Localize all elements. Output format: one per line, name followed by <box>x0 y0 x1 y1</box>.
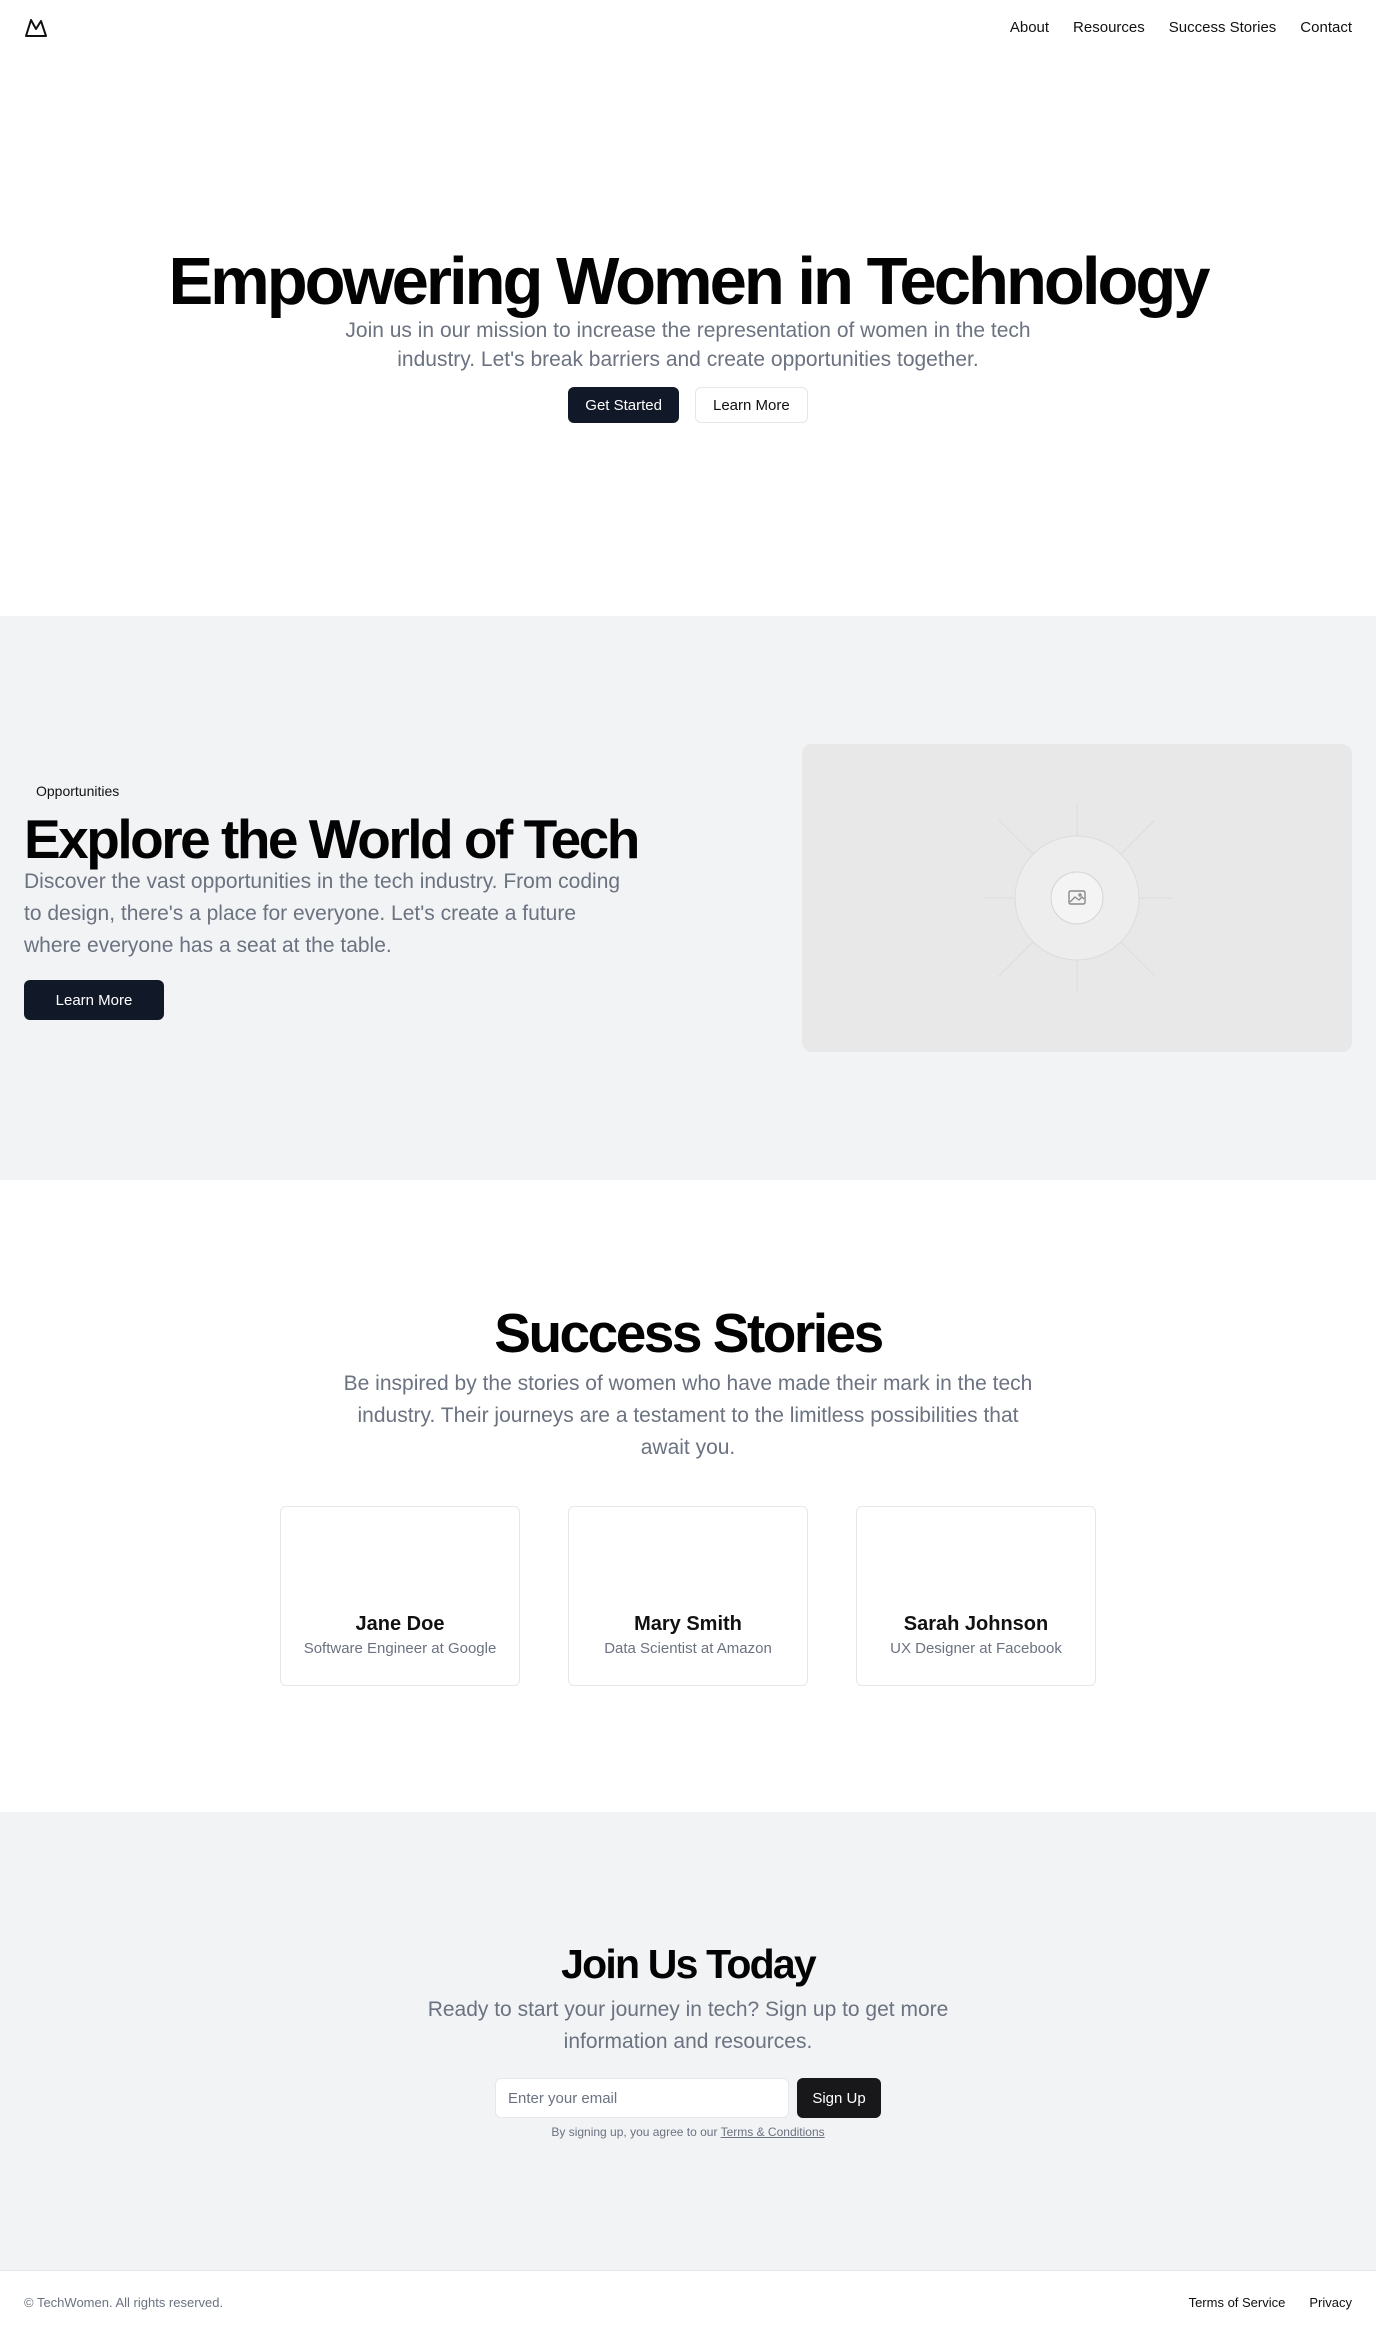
sign-up-button[interactable]: Sign Up <box>797 2078 881 2118</box>
nav-link-contact[interactable]: Contact <box>1300 18 1352 38</box>
story-card: Jane Doe Software Engineer at Google <box>280 1506 520 1686</box>
nav-link-resources[interactable]: Resources <box>1073 18 1145 38</box>
hero-subtitle: Join us in our mission to increase the r… <box>345 319 1031 371</box>
copyright: © TechWomen. All rights reserved. <box>24 2295 224 2310</box>
explore-description: Discover the vast opportunities in the t… <box>24 870 621 957</box>
story-name: Mary Smith <box>634 1613 742 1635</box>
terms-prefix: By signing up, you agree to our <box>551 2125 721 2139</box>
signup-form: Sign Up <box>0 2078 1376 2118</box>
explore-section: Opportunities Explore the World of Tech … <box>0 616 1376 1180</box>
nav-link-success-stories[interactable]: Success Stories <box>1169 18 1277 38</box>
site-footer: © TechWomen. All rights reserved. Terms … <box>0 2270 1376 2336</box>
hero-actions: Get Started Learn More <box>0 387 1376 423</box>
explore-learn-more-button[interactable]: Learn More <box>24 980 164 1020</box>
learn-more-button[interactable]: Learn More <box>695 387 808 423</box>
footer-link-privacy[interactable]: Privacy <box>1309 2295 1352 2311</box>
story-role: Data Scientist at Amazon <box>604 1640 772 1657</box>
story-name: Jane Doe <box>355 1613 445 1635</box>
main-nav: About Resources Success Stories Contact <box>1010 18 1352 38</box>
success-stories-section: Success Stories Be inspired by the stori… <box>0 1180 1376 1812</box>
mountain-icon[interactable] <box>24 16 48 40</box>
stories-subtitle: Be inspired by the stories of women who … <box>343 1372 1033 1459</box>
footer-link-terms[interactable]: Terms of Service <box>1189 2295 1286 2311</box>
terms-link[interactable]: Terms & Conditions <box>721 2125 825 2139</box>
join-section: Join Us Today Ready to start your journe… <box>0 1812 1376 2270</box>
footer-nav: Terms of Service Privacy <box>1189 2295 1352 2311</box>
join-subtitle: Ready to start your journey in tech? Sig… <box>427 1998 949 2053</box>
story-card: Sarah Johnson UX Designer at Facebook <box>856 1506 1096 1686</box>
story-role: Software Engineer at Google <box>303 1640 497 1657</box>
story-card: Mary Smith Data Scientist at Amazon <box>568 1506 808 1686</box>
site-header: About Resources Success Stories Contact <box>0 0 1376 56</box>
nav-link-about[interactable]: About <box>1010 18 1049 38</box>
get-started-button[interactable]: Get Started <box>568 387 679 423</box>
story-name: Sarah Johnson <box>903 1613 1049 1635</box>
hero-section: Empowering Women in Technology Join us i… <box>0 56 1376 616</box>
story-cards: Jane Doe Software Engineer at Google Mar… <box>0 1506 1376 1686</box>
terms-note: By signing up, you agree to our Terms & … <box>0 2124 1376 2140</box>
explore-title: Explore the World of Tech <box>24 808 640 870</box>
hero-title: Empowering Women in Technology <box>168 244 1210 319</box>
image-placeholder <box>802 744 1352 1052</box>
story-role: UX Designer at Facebook <box>890 1640 1062 1657</box>
opportunities-badge: Opportunities <box>24 778 132 804</box>
stories-title: Success Stories <box>494 1302 884 1364</box>
image-placeholder-icon <box>983 804 1171 992</box>
email-input[interactable] <box>495 2078 789 2118</box>
join-title: Join Us Today <box>561 1941 817 1987</box>
